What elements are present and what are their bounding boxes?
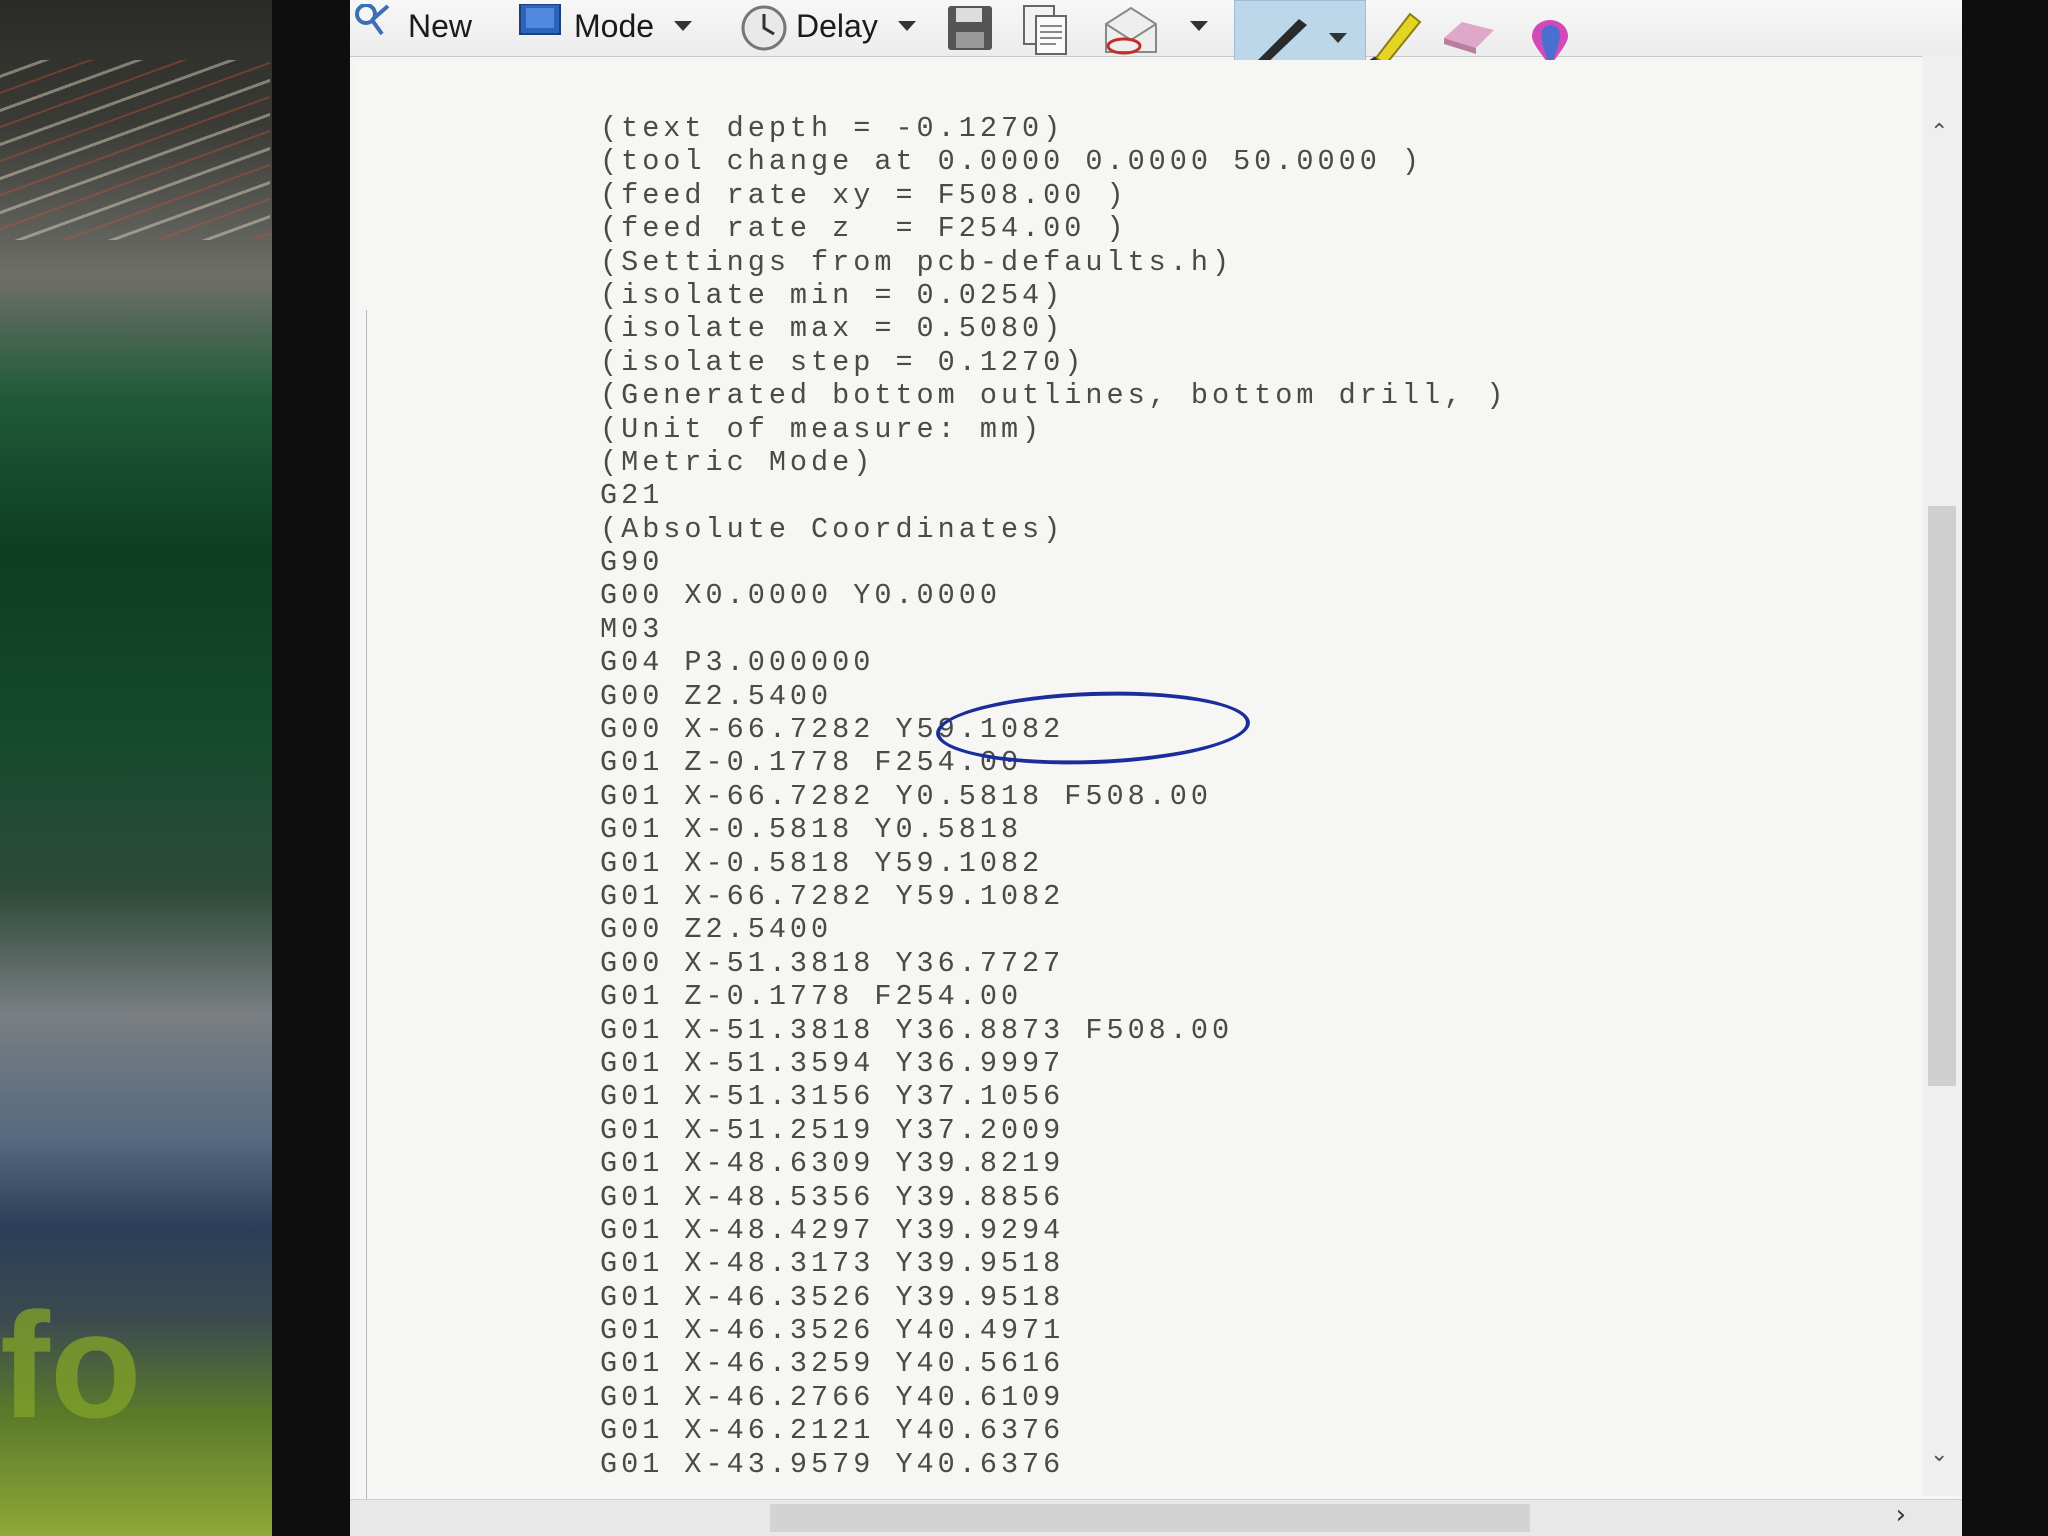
code-line: G01 X-48.3173 Y39.9518 bbox=[600, 1247, 1065, 1281]
mode-label: Mode bbox=[574, 7, 655, 44]
horizontal-scrollbar[interactable]: › bbox=[350, 1499, 1962, 1536]
code-line: G01 X-46.2766 Y40.6109 bbox=[600, 1380, 1065, 1414]
code-line: G01 X-46.3526 Y40.4971 bbox=[600, 1314, 1065, 1348]
send-email-button[interactable] bbox=[1102, 0, 1208, 55]
code-line: G21 bbox=[600, 479, 664, 513]
snipping-tool-window: New Mode Delay (text depth = -0.1270) (t… bbox=[350, 0, 1962, 1536]
code-line: G01 X-46.3259 Y40.5616 bbox=[600, 1347, 1065, 1381]
code-line: (Metric Mode) bbox=[600, 445, 875, 479]
vertical-scrollbar[interactable]: ⌃ ⌄ bbox=[1922, 56, 1962, 1496]
gcode-listing: (text depth = -0.1270) (tool change at 0.… bbox=[600, 112, 1840, 1481]
code-line: G01 Z-0.1778 F254.00 bbox=[600, 746, 1023, 780]
code-line: G01 Z-0.1778 F254.00 bbox=[600, 980, 1023, 1014]
code-line: G01 X-51.3594 Y36.9997 bbox=[600, 1046, 1065, 1080]
code-line: (text depth = -0.1270) bbox=[600, 112, 1065, 145]
new-icon bbox=[352, 3, 396, 48]
save-icon bbox=[946, 4, 992, 50]
scroll-right-icon[interactable]: › bbox=[1896, 1500, 1906, 1530]
code-line: G01 X-51.3818 Y36.8873 F508.00 bbox=[600, 1013, 1234, 1047]
highlighted-code-line: G04 P3.000000 bbox=[600, 646, 875, 680]
code-line: G90 bbox=[600, 546, 664, 580]
code-line: (Unit of measure: mm) bbox=[600, 412, 1044, 446]
delay-clock-icon bbox=[740, 4, 787, 51]
code-line: G01 X-66.7282 Y59.1082 bbox=[600, 879, 1065, 913]
eraser-icon bbox=[1444, 22, 1494, 54]
send-dropdown-caret-icon[interactable] bbox=[1190, 21, 1208, 31]
code-line: (feed rate xy = F508.00 ) bbox=[600, 178, 1128, 212]
delay-dropdown-caret-icon[interactable] bbox=[897, 21, 916, 31]
send-email-icon bbox=[1102, 4, 1160, 55]
code-line: (feed rate z = F254.00 ) bbox=[600, 212, 1128, 246]
pen-dropdown-caret-icon[interactable] bbox=[1329, 33, 1347, 43]
save-button[interactable] bbox=[946, 0, 1002, 52]
new-label: New bbox=[408, 7, 473, 44]
code-line: G01 X-66.7282 Y0.5818 F508.00 bbox=[600, 779, 1212, 813]
code-line: G01 X-51.3156 Y37.1056 bbox=[600, 1080, 1065, 1114]
code-line: G01 X-48.5356 Y39.8856 bbox=[600, 1180, 1065, 1214]
pen-icon[interactable] bbox=[1249, 11, 1313, 67]
desk-background: fo bbox=[0, 0, 280, 1536]
mode-dropdown-caret-icon[interactable] bbox=[674, 21, 693, 31]
code-line: G01 X-48.4297 Y39.9294 bbox=[600, 1213, 1065, 1247]
vertical-scroll-thumb[interactable] bbox=[1928, 506, 1956, 1086]
mode-icon bbox=[518, 3, 562, 48]
scroll-down-icon[interactable]: ⌄ bbox=[1930, 1442, 1948, 1467]
copy-button[interactable] bbox=[1022, 0, 1078, 55]
toolbar: New Mode Delay bbox=[350, 0, 1962, 78]
highlighter-button[interactable] bbox=[1366, 10, 1424, 64]
code-line: G01 X-48.6309 Y39.8219 bbox=[600, 1147, 1065, 1181]
code-line: G01 X-46.3526 Y39.9518 bbox=[600, 1280, 1065, 1314]
code-line: G01 X-46.2121 Y40.6376 bbox=[600, 1414, 1065, 1448]
code-line: (Settings from pcb-defaults.h) bbox=[600, 245, 1234, 279]
copy-icon bbox=[1022, 4, 1067, 55]
desk-print-decoration: fo bbox=[0, 1290, 142, 1449]
code-line: G01 X-43.9579 Y40.6376 bbox=[600, 1447, 1065, 1481]
background-window-gutter bbox=[356, 310, 367, 1536]
scroll-up-icon[interactable]: ⌃ bbox=[1930, 120, 1948, 145]
code-line: G01 X-0.5818 Y59.1082 bbox=[600, 846, 1044, 880]
code-line: G01 X-0.5818 Y0.5818 bbox=[600, 813, 1023, 847]
code-line: G01 X-51.2519 Y37.2009 bbox=[600, 1113, 1065, 1147]
delay-button[interactable]: Delay bbox=[740, 0, 916, 52]
code-line: G00 Z2.5400 bbox=[600, 913, 833, 947]
horizontal-scroll-thumb[interactable] bbox=[770, 1504, 1530, 1532]
code-line: M03 bbox=[600, 612, 664, 646]
code-line: (isolate min = 0.0254) bbox=[600, 278, 1065, 312]
new-button[interactable]: New bbox=[352, 0, 472, 52]
code-line: G00 X-51.3818 Y36.7727 bbox=[600, 946, 1065, 980]
photo-stage: fo New Mode Delay (text depth = -0.1270)… bbox=[0, 0, 2048, 1536]
delay-label: Delay bbox=[796, 7, 878, 44]
mode-button[interactable]: Mode bbox=[518, 0, 693, 52]
snip-canvas[interactable]: (text depth = -0.1270) (tool change at 0.… bbox=[356, 60, 1956, 1536]
code-line: (isolate max = 0.5080) bbox=[600, 312, 1065, 346]
eraser-button[interactable] bbox=[1440, 10, 1498, 62]
highlighter-icon bbox=[1368, 12, 1422, 64]
code-line: (isolate step = 0.1270) bbox=[600, 345, 1086, 379]
cables-decoration bbox=[0, 60, 270, 240]
code-line: G00 X0.0000 Y0.0000 bbox=[600, 579, 1001, 613]
code-line: (Generated bottom outlines, bottom drill… bbox=[600, 379, 1508, 413]
code-line: (tool change at 0.0000 0.0000 50.0000 ) bbox=[600, 145, 1424, 179]
code-line: (Absolute Coordinates) bbox=[600, 512, 1065, 546]
